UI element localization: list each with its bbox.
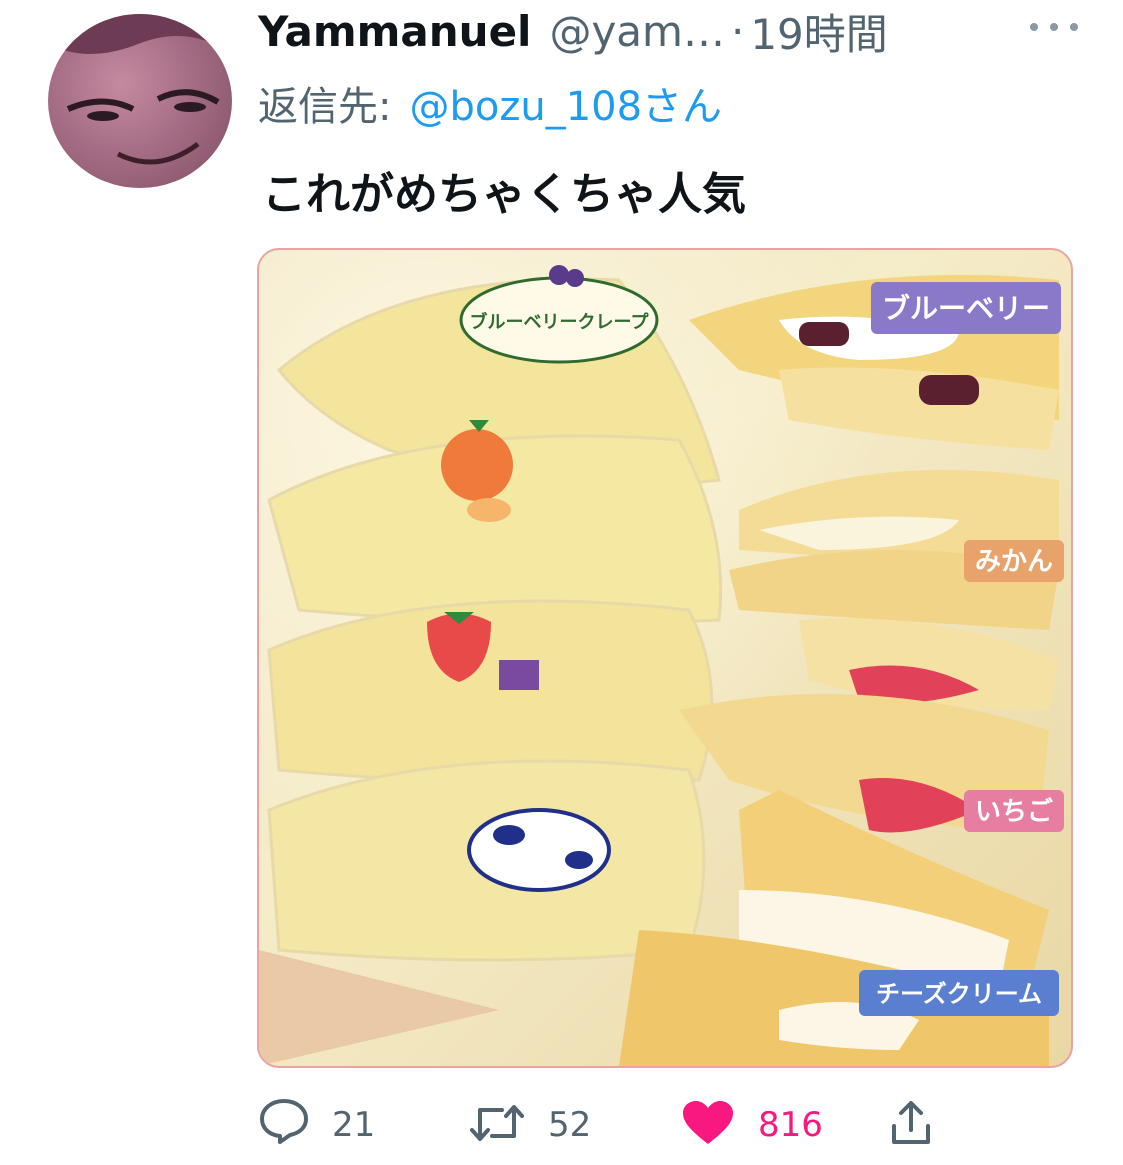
author-name[interactable]: Yammanuel: [258, 7, 531, 56]
reply-to-label: 返信先:: [258, 84, 392, 130]
retweet-button[interactable]: 52: [468, 1100, 591, 1150]
tweet-actions: 21 52 816: [258, 1099, 958, 1150]
reply-mention-link[interactable]: @bozu_108さん: [409, 84, 722, 130]
crepe-photo: ブルーベリー みかん いちご チーズクリーム ブルーベリークレープ: [259, 265, 1064, 1066]
package-logo: ブルーベリークレープ: [470, 311, 650, 333]
tweet-text: これがめちゃくちゃ人気: [262, 169, 746, 220]
tweet-media-image[interactable]: ブルーベリー みかん いちご チーズクリーム ブルーベリークレープ: [257, 248, 1073, 1068]
tweet-header: Yammanuel @yam… · 19時間: [258, 4, 888, 59]
retweet-count: 52: [548, 1105, 592, 1145]
reply-icon: [258, 1095, 310, 1155]
cheese-cream-label: チーズクリーム: [876, 980, 1042, 1008]
avatar-illustration: [48, 14, 232, 165]
reply-button[interactable]: 21: [258, 1099, 376, 1150]
heart-icon: [680, 1098, 736, 1152]
like-button[interactable]: 816: [680, 1100, 823, 1150]
share-icon: [886, 1098, 936, 1152]
like-count: 816: [758, 1105, 823, 1145]
timestamp[interactable]: 19時間: [750, 1, 887, 62]
retweet-icon: [468, 1098, 526, 1152]
mikan-label: みかん: [975, 547, 1053, 577]
ichigo-label: いちご: [975, 796, 1053, 827]
blueberry-label: ブルーベリー: [882, 292, 1050, 325]
reply-to-line: 返信先: @bozu_108さん: [258, 74, 722, 132]
avatar[interactable]: [48, 14, 232, 188]
more-options-icon[interactable]: [1030, 12, 1078, 42]
separator: ·: [730, 6, 745, 56]
share-button[interactable]: [886, 1100, 936, 1150]
reply-count: 21: [332, 1105, 376, 1145]
author-handle[interactable]: @yam…: [549, 7, 725, 56]
